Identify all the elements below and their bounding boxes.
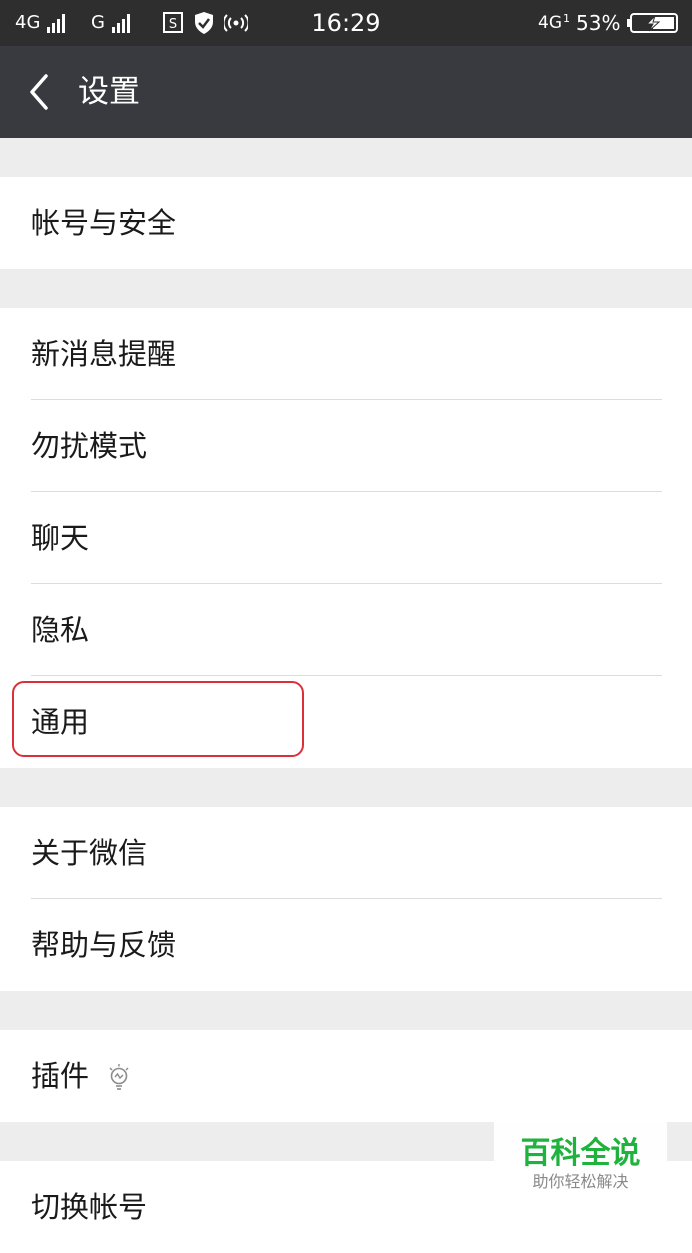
chevron-left-icon[interactable] [22, 72, 62, 112]
title-bar: 设置 [0, 46, 692, 138]
watermark-logo: 百科全说 助你轻松解决 [494, 1121, 667, 1203]
settings-item-plugins[interactable]: 插件 [0, 1030, 692, 1122]
settings-item-privacy[interactable]: 隐私 [0, 584, 692, 676]
settings-item-label: 帮助与反馈 [31, 928, 177, 962]
battery-charging-icon [627, 13, 678, 33]
settings-item-label: 帐号与安全 [31, 206, 177, 240]
settings-item-label: 隐私 [31, 613, 90, 647]
settings-item-general[interactable]: 通用 [0, 676, 692, 768]
status-bar: 4G G S 16:29 4G 1 53% [0, 0, 692, 46]
settings-item-notifications[interactable]: 新消息提醒 [0, 308, 692, 400]
settings-item-account-security[interactable]: 帐号与安全 [0, 177, 692, 269]
plugins-group: 插件 [0, 1030, 692, 1122]
settings-item-label: 通用 [31, 705, 90, 739]
settings-item-label: 插件 [31, 1059, 90, 1093]
main-settings-group: 新消息提醒 勿扰模式 聊天 隐私 通用 [0, 308, 692, 768]
account-group: 帐号与安全 [0, 177, 692, 269]
lightbulb-icon [109, 1064, 129, 1090]
settings-item-label: 关于微信 [31, 836, 148, 870]
watermark-main-text: 百科全说 [520, 1136, 641, 1171]
settings-item-label: 新消息提醒 [31, 337, 177, 371]
about-group: 关于微信 帮助与反馈 [0, 807, 692, 991]
settings-item-label: 聊天 [31, 521, 90, 555]
page-title: 设置 [78, 74, 140, 110]
right-network-type: 4G [538, 13, 562, 33]
settings-item-do-not-disturb[interactable]: 勿扰模式 [0, 400, 692, 492]
settings-item-about-wechat[interactable]: 关于微信 [0, 807, 692, 899]
settings-item-help-feedback[interactable]: 帮助与反馈 [0, 899, 692, 991]
watermark-sub-text: 助你轻松解决 [532, 1172, 629, 1191]
right-network-sim-index: 1 [563, 12, 570, 25]
battery-percent: 53% [576, 11, 621, 35]
settings-item-chat[interactable]: 聊天 [0, 492, 692, 584]
settings-item-label: 勿扰模式 [31, 429, 148, 463]
settings-item-label: 切换帐号 [31, 1190, 148, 1224]
